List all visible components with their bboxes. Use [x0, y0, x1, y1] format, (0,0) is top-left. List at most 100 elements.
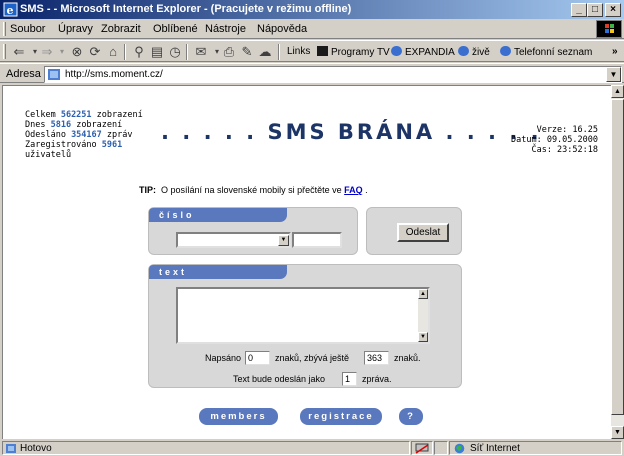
scrollbar-thumb[interactable] [611, 99, 624, 415]
scroll-down-icon[interactable]: ▼ [418, 332, 428, 342]
links-label[interactable]: Links [287, 46, 310, 57]
zone-text: Síť Internet [470, 443, 520, 454]
toolbar-separator [186, 44, 188, 60]
written-count: 0 [245, 351, 270, 365]
back-icon[interactable]: ⇐ [12, 45, 26, 59]
total-views: 562251 [60, 110, 92, 120]
page-done-icon [6, 444, 16, 453]
status-main: Hotovo [2, 441, 410, 455]
number-panel-tab: číslo [149, 208, 287, 222]
text-panel: text ▲ ▼ Napsáno 0 znaků, zbývá ještě 36… [148, 264, 462, 388]
link-telefonni-seznam[interactable]: Telefonní seznam [500, 46, 592, 58]
forward-icon[interactable]: ⇒ [40, 45, 54, 59]
help-button[interactable]: ? [399, 408, 423, 425]
menu-zobrazit[interactable]: Zobrazit [101, 23, 141, 35]
mail-icon[interactable]: ✉ [194, 45, 208, 59]
toolbar-separator [124, 44, 126, 60]
status-bar: Hotovo Síť Internet [0, 440, 624, 456]
page-content: Celkem 562251 zobrazení Dnes 5816 zobraz… [2, 85, 611, 439]
address-dropdown-button[interactable]: ▼ [606, 67, 621, 82]
windows-logo-icon [596, 20, 622, 38]
members-button[interactable]: members [199, 408, 278, 425]
ie-page-icon [500, 46, 511, 56]
title-bar: e SMS - - Microsoft Internet Explorer - … [0, 0, 624, 19]
scroll-down-icon[interactable]: ▼ [611, 426, 624, 439]
scroll-up-icon[interactable]: ▲ [418, 289, 428, 299]
edit-icon[interactable]: ✎ [240, 45, 254, 59]
message-scrollbar[interactable]: ▲ ▼ [418, 289, 428, 342]
forward-dropdown-icon[interactable]: ▾ [55, 45, 69, 59]
link-zive[interactable]: živě [458, 46, 490, 58]
tip-text: O posílání na slovenské mobily si přečtě… [161, 185, 342, 195]
written-label: Napsáno [205, 353, 242, 363]
prefix-select[interactable]: ▼ [176, 232, 291, 248]
menu-grip [3, 22, 6, 36]
tip-label: TIP: [139, 185, 156, 195]
minimize-button[interactable]: _ [571, 3, 587, 17]
registered-count: 5961 [101, 140, 123, 150]
site-logo: . . . . . SMS BRÁNA . . . . . [161, 120, 542, 144]
site-stats: Celkem 562251 zobrazení Dnes 5816 zobraz… [25, 110, 143, 160]
today-views: 5816 [50, 120, 72, 130]
link-programy-tv[interactable]: Programy TV [317, 46, 390, 58]
faq-link[interactable]: FAQ [344, 185, 363, 195]
menu-soubor[interactable]: Soubor [10, 23, 45, 35]
address-label: Adresa [6, 68, 41, 80]
ie-page-icon [391, 46, 402, 56]
parts-label: Text bude odeslán jako [233, 374, 326, 384]
page-icon [48, 69, 60, 80]
menu-upravy[interactable]: Úpravy [58, 23, 93, 35]
links-more-chevron[interactable]: » [612, 46, 618, 57]
phone-number-input[interactable] [292, 232, 342, 248]
offline-icon [415, 443, 429, 454]
remaining-label: znaků, zbývá ještě [275, 353, 350, 363]
link-expandia[interactable]: EXPANDIA [391, 46, 455, 58]
ie-page-icon [458, 46, 469, 56]
tv-icon [317, 46, 328, 56]
internet-explorer-icon: e [3, 2, 18, 17]
send-panel: Odeslat [366, 207, 462, 255]
status-connection [411, 441, 433, 455]
menu-bar: Soubor Úpravy Zobrazit Oblíbené Nástroje… [0, 19, 624, 39]
status-zone: Síť Internet [449, 441, 622, 455]
sent-count: 354167 [71, 130, 102, 140]
stop-icon[interactable]: ⊗ [70, 45, 84, 59]
close-button[interactable]: × [605, 3, 621, 17]
menu-oblibene[interactable]: Oblíbené [153, 23, 198, 35]
number-panel: číslo ▼ [148, 207, 358, 255]
print-icon[interactable]: ⎙ [222, 45, 236, 59]
select-dropdown-icon[interactable]: ▼ [278, 235, 289, 246]
maximize-button[interactable]: □ [587, 3, 603, 17]
browser-window: e SMS - - Microsoft Internet Explorer - … [0, 0, 624, 456]
registrace-button[interactable]: registrace [300, 408, 382, 425]
parts-suffix: zpráva. [362, 374, 392, 384]
home-icon[interactable]: ⌂ [106, 45, 120, 59]
refresh-icon[interactable]: ⟳ [88, 45, 102, 59]
tip-line: TIP: O posílání na slovenské mobily si p… [139, 185, 368, 195]
address-bar: Adresa http://sms.moment.cz/ ▼ [0, 63, 624, 83]
history-icon[interactable]: ◷ [168, 45, 182, 59]
text-panel-tab: text [149, 265, 287, 279]
page-scrollbar[interactable]: ▲ ▼ [611, 85, 624, 439]
address-url: http://sms.moment.cz/ [65, 69, 163, 80]
discuss-icon[interactable]: ☁ [258, 45, 272, 59]
parts-count: 1 [342, 372, 357, 386]
search-icon[interactable]: ⚲ [132, 45, 146, 59]
menu-napoveda[interactable]: Nápověda [257, 23, 307, 35]
send-button[interactable]: Odeslat [397, 223, 449, 242]
scroll-up-icon[interactable]: ▲ [611, 85, 624, 98]
toolbar-grip [3, 44, 6, 59]
favorites-icon[interactable]: ▤ [150, 45, 164, 59]
message-textarea[interactable]: ▲ ▼ [176, 287, 430, 344]
svg-text:e: e [7, 4, 14, 17]
remaining-suffix: znaků. [394, 353, 421, 363]
menu-nastroje[interactable]: Nástroje [205, 23, 246, 35]
remaining-count: 363 [364, 351, 389, 365]
window-title: SMS - - Microsoft Internet Explorer - (P… [20, 3, 352, 15]
address-input[interactable]: http://sms.moment.cz/ ▼ [44, 66, 622, 83]
toolbar: ⇐ ▾ ⇒ ▾ ⊗ ⟳ ⌂ ⚲ ▤ ◷ ✉ ▾ ⎙ ✎ ☁ Links Prog… [0, 40, 624, 62]
status-text: Hotovo [20, 443, 52, 454]
status-secure [434, 441, 448, 455]
version-info: Verze: 16.25 Datum: 09.05.2000 Čas: 23:5… [511, 125, 598, 155]
globe-icon [454, 443, 465, 454]
